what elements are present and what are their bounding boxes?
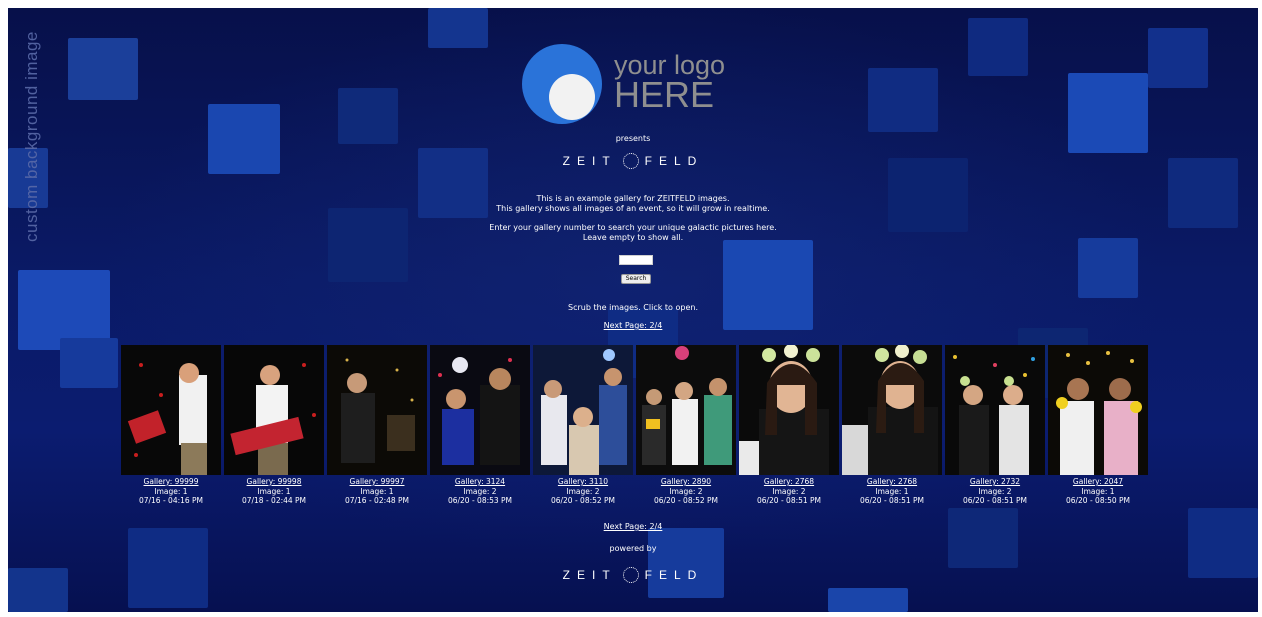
gallery-link[interactable]: Gallery: 3110: [533, 477, 633, 487]
intro-line-3: Enter your gallery number to search your…: [489, 223, 777, 232]
logo-text-line2: HERE: [614, 74, 715, 115]
gallery-link[interactable]: Gallery: 2768: [842, 477, 942, 487]
gallery-link[interactable]: Gallery: 3124: [430, 477, 530, 487]
image-date: 06/20 - 08:51 PM: [756, 496, 822, 505]
scrub-hint: Scrub the images. Click to open.: [568, 303, 698, 312]
gallery-thumbnail[interactable]: [739, 345, 839, 475]
image-date: 06/20 - 08:51 PM: [962, 496, 1028, 505]
gallery-card[interactable]: Gallery: 2768 Image: 1 06/20 - 08:51 PM: [842, 345, 942, 515]
brand-ring-icon: [622, 152, 639, 169]
brand-left-text: ZEIT: [562, 154, 617, 168]
image-number: Image: 1: [1081, 486, 1115, 496]
gallery-link[interactable]: Gallery: 2768: [739, 477, 839, 487]
logo-dot-icon: [549, 74, 595, 120]
gallery-thumbnail[interactable]: [945, 345, 1045, 475]
intro-line-4: Leave empty to show all.: [582, 233, 684, 242]
intro-line-2: This gallery shows all images of an even…: [496, 204, 770, 213]
gallery-thumbnail[interactable]: [842, 345, 942, 475]
page-background: custom background image your logo HERE p…: [8, 8, 1258, 612]
gallery-link[interactable]: Gallery: 2732: [945, 477, 1045, 487]
gallery-thumbnail[interactable]: [121, 345, 221, 475]
image-number: Image: 2: [669, 486, 703, 496]
image-number: Image: 1: [257, 486, 291, 496]
image-date: 06/20 - 08:52 PM: [653, 496, 719, 505]
image-number: Image: 2: [566, 486, 600, 496]
next-page-link-bottom[interactable]: Next Page: 2/4: [8, 522, 1258, 532]
search-button[interactable]: Search: [621, 274, 651, 284]
gallery-thumbnail[interactable]: [430, 345, 530, 475]
gallery-thumbnail[interactable]: [533, 345, 633, 475]
image-date: 06/20 - 08:52 PM: [550, 496, 616, 505]
gallery-card[interactable]: Gallery: 3110 Image: 2 06/20 - 08:52 PM: [533, 345, 633, 515]
image-number: Image: 2: [772, 486, 806, 496]
gallery-link[interactable]: Gallery: 99997: [327, 477, 427, 487]
brand-ring-icon: [622, 566, 639, 583]
gallery-card[interactable]: Gallery: 99998 Image: 1 07/18 - 02:44 PM: [224, 345, 324, 515]
gallery-card[interactable]: Gallery: 2047 Image: 1 06/20 - 08:50 PM: [1048, 345, 1148, 515]
brand-left-text: ZEIT: [562, 568, 617, 582]
image-date: 07/18 - 02:44 PM: [241, 496, 307, 505]
brand-right-text: FELD: [644, 154, 704, 168]
image-number: Image: 2: [978, 486, 1012, 496]
image-number: Image: 2: [463, 486, 497, 496]
powered-by-text: powered by: [609, 544, 657, 553]
gallery-card[interactable]: Gallery: 2890 Image: 2 06/20 - 08:52 PM: [636, 345, 736, 515]
image-date: 07/16 - 02:48 PM: [344, 496, 410, 505]
gallery-thumbnail[interactable]: [224, 345, 324, 475]
image-gallery: Gallery: 99999 Image: 1 07/16 - 04:16 PM…: [121, 345, 1153, 515]
image-number: Image: 1: [154, 486, 188, 496]
gallery-link[interactable]: Gallery: 99998: [224, 477, 324, 487]
presents-text: presents: [615, 134, 651, 143]
gallery-card[interactable]: Gallery: 99999 Image: 1 07/16 - 04:16 PM: [121, 345, 221, 515]
gallery-card[interactable]: Gallery: 2732 Image: 2 06/20 - 08:51 PM: [945, 345, 1045, 515]
gallery-search-input[interactable]: [619, 255, 653, 265]
gallery-thumbnail[interactable]: [1048, 345, 1148, 475]
next-page-link-top[interactable]: Next Page: 2/4: [8, 321, 1258, 331]
brand-right-text: FELD: [644, 568, 704, 582]
gallery-link[interactable]: Gallery: 2047: [1048, 477, 1148, 487]
brand-logo-bottom: ZEIT FELD: [533, 563, 733, 587]
gallery-card[interactable]: Gallery: 99997 Image: 1 07/16 - 02:48 PM: [327, 345, 427, 515]
brand-logo-top: ZEIT FELD: [533, 149, 733, 173]
image-date: 06/20 - 08:50 PM: [1065, 496, 1131, 505]
image-date: 06/20 - 08:53 PM: [447, 496, 513, 505]
gallery-link[interactable]: Gallery: 99999: [121, 477, 221, 487]
intro-line-1: This is an example gallery for ZEITFELD …: [536, 194, 730, 203]
gallery-thumbnail[interactable]: [327, 345, 427, 475]
image-number: Image: 1: [875, 486, 909, 496]
gallery-card[interactable]: Gallery: 2768 Image: 2 06/20 - 08:51 PM: [739, 345, 839, 515]
image-number: Image: 1: [360, 486, 394, 496]
gallery-card[interactable]: Gallery: 3124 Image: 2 06/20 - 08:53 PM: [430, 345, 530, 515]
gallery-link[interactable]: Gallery: 2890: [636, 477, 736, 487]
image-date: 07/16 - 04:16 PM: [138, 496, 204, 505]
image-date: 06/20 - 08:51 PM: [859, 496, 925, 505]
gallery-thumbnail[interactable]: [636, 345, 736, 475]
event-logo: your logo HERE: [522, 44, 732, 124]
